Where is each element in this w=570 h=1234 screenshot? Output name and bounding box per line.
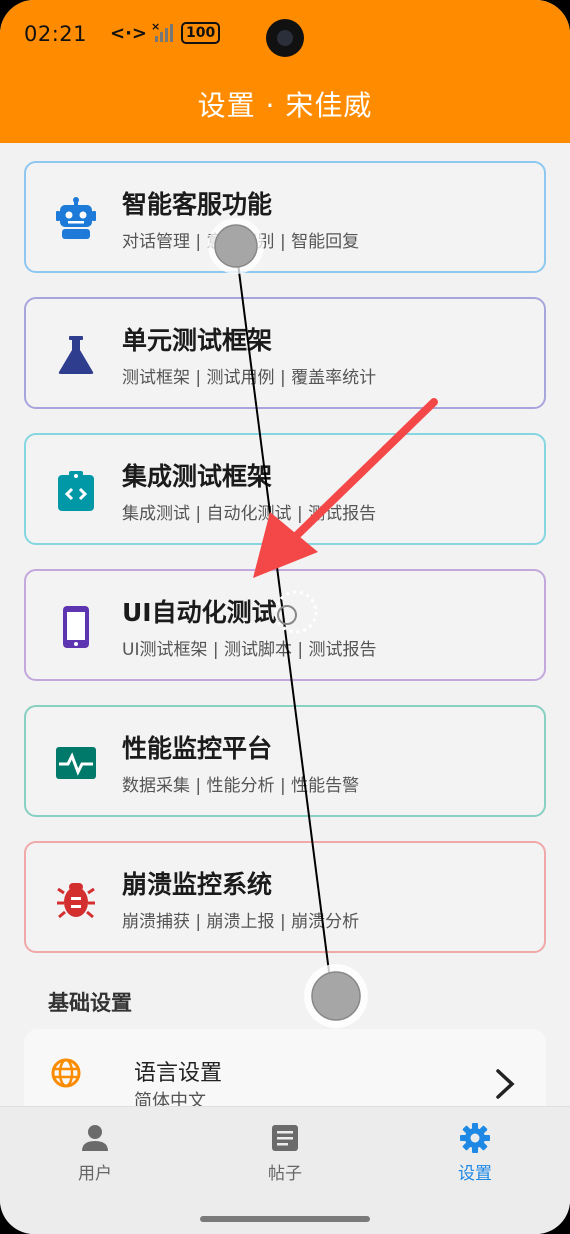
gear-icon (460, 1123, 490, 1153)
language-label: 语言设置 (134, 1061, 223, 1086)
card-smart-service[interactable]: 智能客服功能 对话管理 | 意图识别 | 智能回复 (24, 161, 546, 273)
card-subtitle: 集成测试 | 自动化测试 | 测试报告 (122, 504, 377, 524)
page-title: 设置 · 宋佳威 (197, 89, 373, 122)
code-icon: <·> (110, 22, 148, 44)
phone-icon (54, 605, 98, 649)
card-subtitle: 崩溃捕获 | 崩溃上报 | 崩溃分析 (122, 912, 360, 932)
signal-icon: × (151, 20, 174, 42)
card-subtitle: 数据采集 | 性能分析 | 性能告警 (122, 776, 360, 796)
flask-icon (54, 333, 98, 377)
card-title: 智能客服功能 (122, 190, 273, 219)
card-integration-test[interactable]: 集成测试框架 集成测试 | 自动化测试 | 测试报告 (24, 433, 546, 545)
settings-list[interactable]: 智能客服功能 对话管理 | 意图识别 | 智能回复 单元测试框架 测试框架 | … (0, 143, 570, 1106)
globe-icon (50, 1057, 82, 1089)
app-bar: 02:21 <·> × 100 设置 · 宋佳威 (0, 0, 570, 143)
card-title: 性能监控平台 (122, 734, 273, 763)
card-title: UI自动化测试 (122, 598, 277, 627)
card-subtitle: 测试框架 | 测试用例 | 覆盖率统计 (122, 368, 377, 388)
bottom-navigation: 用户 帖子 设置 (0, 1106, 570, 1234)
home-indicator (200, 1216, 370, 1222)
camera-cutout (266, 19, 304, 57)
nav-label: 用户 (78, 1164, 112, 1184)
integration-icon (54, 469, 98, 513)
card-unit-test[interactable]: 单元测试框架 测试框架 | 测试用例 | 覆盖率统计 (24, 297, 546, 409)
nav-label: 设置 (458, 1164, 492, 1184)
card-subtitle: 对话管理 | 意图识别 | 智能回复 (122, 232, 360, 252)
language-setting-row[interactable]: 语言设置 简体中文 (24, 1029, 546, 1106)
section-title: 基础设置 (48, 991, 132, 1015)
status-time: 02:21 (24, 22, 88, 46)
chevron-right-icon (492, 1067, 518, 1101)
card-crash-monitor[interactable]: 崩溃监控系统 崩溃捕获 | 崩溃上报 | 崩溃分析 (24, 841, 546, 953)
card-title: 崩溃监控系统 (122, 870, 273, 899)
nav-users[interactable]: 用户 (35, 1123, 155, 1184)
status-icons: <·> × 100 (110, 20, 221, 44)
person-icon (80, 1123, 110, 1153)
robot-icon (54, 197, 98, 241)
battery-icon: 100 (181, 22, 221, 44)
card-title: 单元测试框架 (122, 326, 273, 355)
card-subtitle: UI测试框架 | 测试脚本 | 测试报告 (122, 640, 377, 660)
bug-icon (54, 877, 98, 921)
language-value: 简体中文 (134, 1091, 206, 1106)
nav-posts[interactable]: 帖子 (225, 1123, 345, 1184)
nav-label: 帖子 (268, 1164, 302, 1184)
monitor-icon (54, 741, 98, 785)
phone-screen: 02:21 <·> × 100 设置 · 宋佳威 智能客服功能 对话管理 | 意… (0, 0, 570, 1234)
nav-settings[interactable]: 设置 (415, 1123, 535, 1184)
card-title: 集成测试框架 (122, 462, 273, 491)
card-performance[interactable]: 性能监控平台 数据采集 | 性能分析 | 性能告警 (24, 705, 546, 817)
card-ui-automation[interactable]: UI自动化测试 UI测试框架 | 测试脚本 | 测试报告 (24, 569, 546, 681)
article-icon (270, 1123, 300, 1153)
